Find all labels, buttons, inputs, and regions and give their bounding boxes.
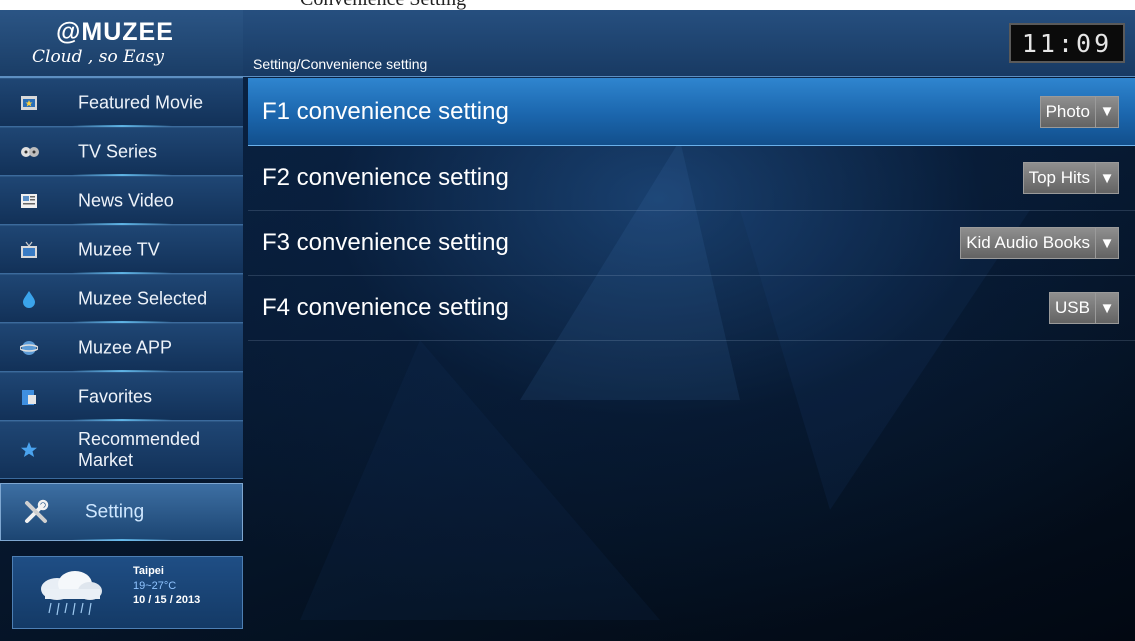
setting-dropdown-f1[interactable]: Photo ▼ <box>1039 95 1119 128</box>
setting-row-f2[interactable]: F2 convenience setting Top Hits ▼ <box>248 146 1135 211</box>
sidebar-item-featured-movie[interactable]: Featured Movie <box>0 78 243 127</box>
sidebar-item-label: Muzee TV <box>78 239 160 259</box>
sidebar-item-label: Muzee APP <box>78 337 173 357</box>
breadcrumb: Setting/Convenience setting <box>253 56 428 72</box>
setting-dropdown-f2[interactable]: Top Hits ▼ <box>1022 162 1119 194</box>
sidebar-item-muzee-app[interactable]: Muzee APP <box>0 323 243 372</box>
window-caption-strip: Convenience Setting <box>0 0 1135 10</box>
sidebar-item-setting[interactable]: Setting <box>0 483 243 541</box>
dropdown-value: Kid Audio Books <box>960 227 1095 259</box>
rain-cloud-icon <box>35 571 105 616</box>
sidebar-item-news-video[interactable]: News Video <box>0 176 243 225</box>
setting-dropdown-f3[interactable]: Kid Audio Books ▼ <box>960 227 1119 259</box>
dropdown-arrow-icon[interactable]: ▼ <box>1095 292 1119 324</box>
bookmark-icon <box>20 388 38 406</box>
sidebar-item-tv-series[interactable]: TV Series <box>0 127 243 176</box>
tv-icon <box>20 241 38 259</box>
dropdown-arrow-icon[interactable]: ▼ <box>1095 227 1119 259</box>
divider <box>71 539 172 541</box>
sidebar-item-muzee-selected[interactable]: Muzee Selected <box>0 274 243 323</box>
reel-icon <box>20 143 39 161</box>
sidebar-item-label: Featured Movie <box>78 92 204 112</box>
sidebar-item-label: TV Series <box>78 141 158 161</box>
weather-temperature: 19~27°C <box>133 580 177 592</box>
globe-icon <box>19 339 39 357</box>
sidebar-item-favorites[interactable]: Favorites <box>0 372 243 421</box>
sidebar-item-label: News Video <box>78 190 174 210</box>
clock: 11:09 <box>1009 23 1125 63</box>
setting-row-f3[interactable]: F3 convenience setting Kid Audio Books ▼ <box>248 211 1135 276</box>
logo-tagline: Cloud , so Easy <box>32 47 164 67</box>
sidebar-item-recommended-market[interactable]: Recommended Market <box>0 421 243 479</box>
bg-shard <box>300 340 660 620</box>
sidebar-item-label: Muzee Selected <box>78 288 208 308</box>
droplet-icon <box>20 290 38 308</box>
weather-widget: Taipei 19~27°C 10 / 15 / 2013 <box>12 556 243 629</box>
tools-icon <box>23 499 49 525</box>
sidebar-item-label: Setting <box>85 501 145 523</box>
settings-list: F1 convenience setting Photo ▼ F2 conven… <box>248 78 1135 341</box>
setting-row-f1[interactable]: F1 convenience setting Photo ▼ <box>248 78 1135 146</box>
dropdown-value: USB <box>1049 292 1095 324</box>
weather-date: 10 / 15 / 2013 <box>133 594 201 606</box>
setting-title: F1 convenience setting <box>262 97 509 125</box>
sidebar-item-label: Favorites <box>78 386 153 406</box>
sidebar-item-label: Recommended Market <box>78 429 201 470</box>
dropdown-value: Top Hits <box>1022 162 1095 194</box>
dropdown-arrow-icon[interactable]: ▼ <box>1095 162 1119 194</box>
film-icon <box>20 94 38 112</box>
setting-dropdown-f4[interactable]: USB ▼ <box>1049 292 1119 324</box>
setting-title: F2 convenience setting <box>262 164 509 191</box>
window-caption: Convenience Setting <box>300 0 466 10</box>
dropdown-value: Photo <box>1039 95 1095 128</box>
logo-brand: @MUZEE <box>56 18 174 46</box>
logo: @MUZEE Cloud , so Easy <box>0 10 243 78</box>
setting-row-f4[interactable]: F4 convenience setting USB ▼ <box>248 276 1135 341</box>
newspaper-icon <box>20 192 38 210</box>
dropdown-arrow-icon[interactable]: ▼ <box>1095 95 1119 128</box>
setting-title: F4 convenience setting <box>262 294 509 321</box>
sidebar-item-muzee-tv[interactable]: Muzee TV <box>0 225 243 274</box>
setting-title: F3 convenience setting <box>262 229 509 256</box>
sidebar: Featured Movie TV Series News Video Muze… <box>0 78 243 541</box>
star-icon <box>20 441 38 459</box>
header: Setting/Convenience setting <box>243 10 1135 77</box>
weather-city: Taipei <box>133 565 164 577</box>
